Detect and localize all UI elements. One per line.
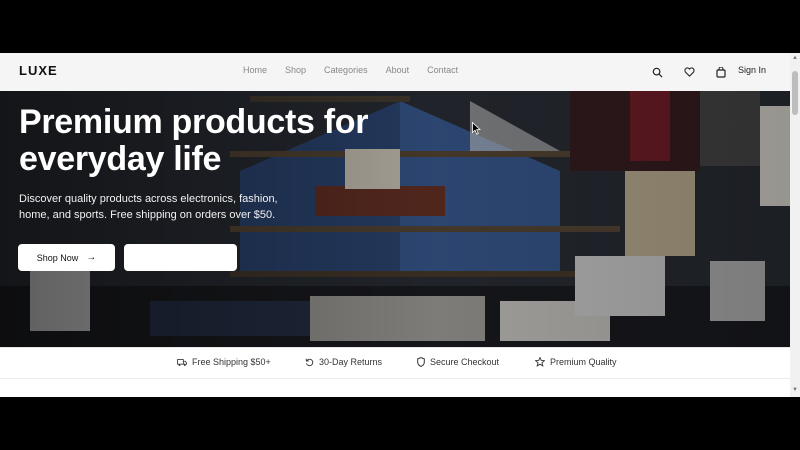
feature-quality: Premium Quality [535, 357, 617, 367]
nav-contact[interactable]: Contact [427, 65, 458, 75]
nav-shop[interactable]: Shop [285, 65, 306, 75]
main-nav: Home Shop Categories About Contact [243, 65, 476, 75]
search-icon[interactable] [650, 65, 664, 79]
vertical-scrollbar[interactable]: ▲ ▼ [790, 53, 800, 397]
nav-home[interactable]: Home [243, 65, 267, 75]
bag-icon[interactable] [714, 65, 728, 79]
scroll-up-arrow-icon[interactable]: ▲ [792, 55, 798, 61]
features-bar: Free Shipping $50+ 30-Day Returns Secure… [0, 347, 790, 379]
secondary-hero-button[interactable] [124, 244, 237, 271]
arrow-right-icon: → [86, 252, 97, 263]
sign-in-link[interactable]: Sign In [738, 65, 766, 75]
hero-title: Premium products for everyday life [19, 103, 369, 178]
feature-label: Secure Checkout [430, 357, 500, 367]
truck-icon [177, 358, 187, 366]
feature-label: Free Shipping $50+ [192, 357, 271, 367]
site-header: LUXE Home Shop Categories About Contact … [0, 53, 790, 91]
feature-label: 30-Day Returns [319, 357, 383, 367]
return-icon [305, 358, 314, 366]
logo[interactable]: LUXE [19, 63, 58, 78]
shield-icon [417, 357, 425, 367]
nav-categories[interactable]: Categories [324, 65, 368, 75]
hero-subtitle: Discover quality products across electro… [19, 193, 278, 221]
header-icons [650, 65, 746, 79]
feature-returns: 30-Day Returns [305, 357, 382, 367]
hero-banner: Premium products for everyday life Disco… [0, 91, 790, 347]
heart-icon[interactable] [682, 65, 696, 79]
nav-about[interactable]: About [386, 65, 410, 75]
browser-viewport: LUXE Home Shop Categories About Contact … [0, 53, 800, 397]
feature-shipping: Free Shipping $50+ [177, 357, 271, 367]
shop-now-button[interactable]: Shop Now → [18, 244, 115, 271]
shop-now-label: Shop Now [36, 252, 79, 263]
scroll-down-arrow-icon[interactable]: ▼ [792, 387, 798, 393]
mouse-cursor-icon [472, 122, 481, 135]
feature-label: Premium Quality [550, 357, 617, 367]
scrollbar-thumb[interactable] [792, 71, 798, 115]
star-icon [535, 357, 545, 367]
feature-secure: Secure Checkout [417, 357, 499, 367]
